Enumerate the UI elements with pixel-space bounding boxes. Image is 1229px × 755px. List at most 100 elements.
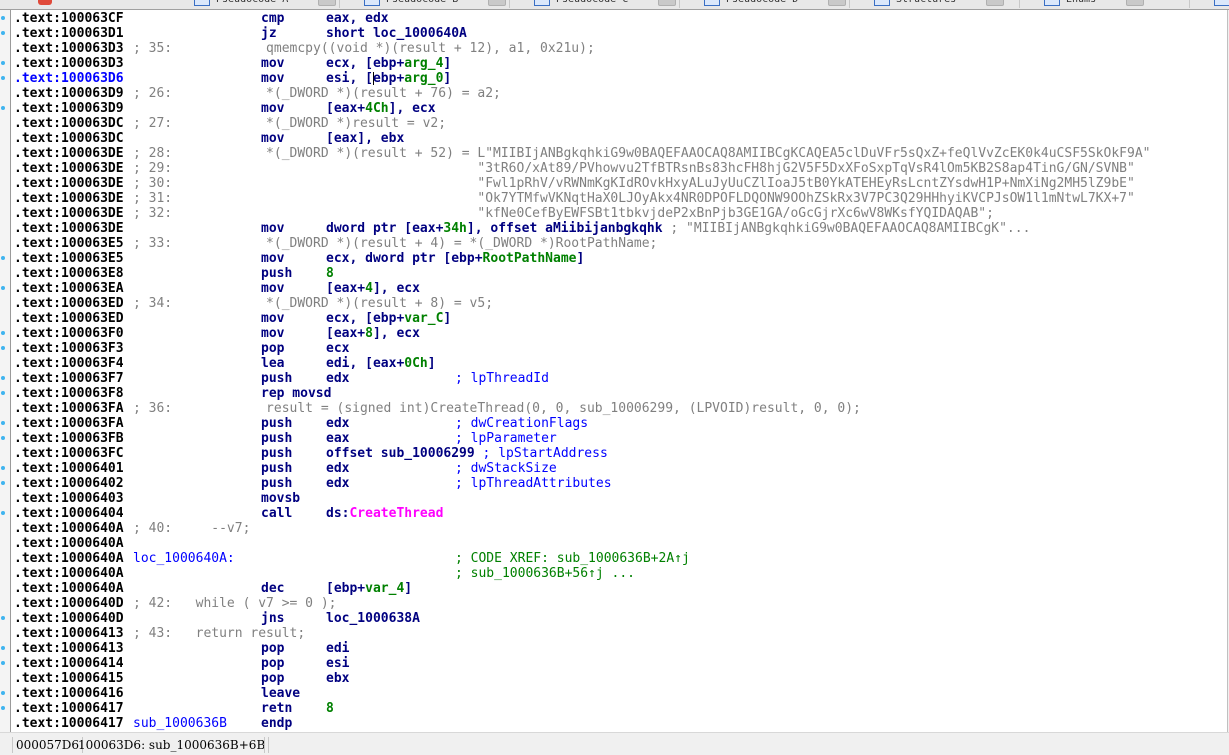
disasm-line[interactable]: .text:100063FB push eax ; lpParameter (11, 431, 1227, 446)
operand-token[interactable]: ecx, [ebp+ (326, 311, 404, 326)
tab-pseudocode-a[interactable]: Pseudocode-A (170, 0, 340, 8)
operand-token[interactable]: [eax], ebx (326, 131, 404, 146)
operand-token[interactable]: ecx, [ebp+ (326, 56, 404, 71)
operand-token[interactable]: esi (326, 656, 349, 671)
disasm-line[interactable]: .text:100063DE ; 32: "kfNe0CefByEWFSBt1tb… (11, 206, 1227, 221)
operand-token[interactable]: var_4 (365, 581, 404, 596)
breakpoint-marker-icon[interactable] (1, 421, 5, 425)
disasm-line[interactable]: .text:10006415 pop ebx (11, 671, 1227, 686)
disasm-line[interactable]: .text:100063DE ; 28: *(_DWORD *)(result +… (11, 146, 1227, 161)
disasm-line[interactable]: .text:100063DC ; 27: *(_DWORD *)result = … (11, 116, 1227, 131)
operand-token[interactable]: ], ecx (389, 101, 436, 116)
operand-token[interactable]: RootPathName (483, 251, 577, 266)
operand-token[interactable]: ; "MIIBIjANBgkqhkiG9w0BAQEFAAOCAQ8AMIIBC… (670, 221, 1030, 236)
disasm-line[interactable]: .text:100063FA push edx ; dwCreationFlags (11, 416, 1227, 431)
breakpoint-marker-icon[interactable] (1, 646, 5, 650)
disasm-line[interactable]: .text:100063D9 mov [eax+4Ch], ecx (11, 101, 1227, 116)
tab-pseudocode-b[interactable]: Pseudocode-B (340, 0, 510, 8)
operand-token[interactable]: arg_4 (404, 56, 443, 71)
breakpoint-marker-icon[interactable] (1, 511, 5, 515)
operand-token[interactable]: edx (326, 476, 349, 491)
breakpoint-marker-icon[interactable] (1, 31, 5, 35)
breakpoint-marker-icon[interactable] (1, 106, 5, 110)
tab-pseudocode-c[interactable]: Pseudocode-C (510, 0, 680, 8)
breakpoint-marker-icon[interactable] (1, 391, 5, 395)
code-label[interactable]: loc_1000640A: (133, 551, 235, 566)
breakpoint-marker-icon[interactable] (1, 286, 5, 290)
disasm-line[interactable]: .text:100063D3 ; 35: qmemcpy((void *)(res… (11, 41, 1227, 56)
breakpoint-marker-icon[interactable] (1, 436, 5, 440)
operand-token[interactable]: edx (326, 461, 349, 476)
tab-enums[interactable]: Enums (1020, 0, 1190, 8)
disasm-line[interactable]: .text:10006416 leave (11, 686, 1227, 701)
disasm-line[interactable]: .text:10006402 push edx ; lpThreadAttribute… (11, 476, 1227, 491)
breakpoint-marker-icon[interactable] (1, 376, 5, 380)
operand-token[interactable]: 0Ch (404, 356, 427, 371)
operand-token[interactable]: ] (443, 311, 451, 326)
disasm-line[interactable]: .text:1000640D ; 42: while ( v7 >= 0 ); (11, 596, 1227, 611)
operand-token[interactable]: ], offset aMiibijanbgkqhk (467, 221, 671, 236)
operand-token[interactable]: esi, [ (326, 71, 373, 86)
breakpoint-marker-icon[interactable] (1, 661, 5, 665)
operand-token[interactable]: arg_0 (404, 71, 443, 86)
close-tab-icon[interactable] (38, 0, 52, 5)
disassembly-view[interactable]: .text:100063CF cmp eax, edx .text:100063D1 j… (11, 10, 1228, 732)
disasm-line[interactable]: .text:100063E8 push 8 (11, 266, 1227, 281)
operand-token[interactable]: ds: (326, 506, 349, 521)
operand-token[interactable]: [eax+ (326, 101, 365, 116)
disasm-line[interactable]: .text:10006413 ; 43: return result; (11, 626, 1227, 641)
breakpoint-marker-icon[interactable] (1, 331, 5, 335)
disasm-line[interactable]: .text:1000640D jns loc_1000638A (11, 611, 1227, 626)
disasm-line[interactable]: .text:10006403 movsb (11, 491, 1227, 506)
operand-token[interactable]: ecx, dword ptr [ebp+ (326, 251, 483, 266)
operand-token[interactable]: ecx (326, 341, 349, 356)
operand-token[interactable]: ] (428, 356, 436, 371)
disasm-line[interactable]: .text:100063E5 mov ecx, dword ptr [ebp+Roo… (11, 251, 1227, 266)
breakpoint-marker-icon[interactable] (1, 61, 5, 65)
operand-token[interactable]: offset sub_10006299 (326, 446, 483, 461)
operand-token[interactable]: ] (443, 56, 451, 71)
disasm-line[interactable]: .text:100063ED mov ecx, [ebp+var_C] (11, 311, 1227, 326)
disasm-line[interactable]: .text:10006417 retn 8 (11, 701, 1227, 716)
breakpoint-marker-icon[interactable] (1, 706, 5, 710)
operand-token[interactable]: ebx (326, 671, 349, 686)
disasm-line[interactable]: .text:10006417 sub_1000636B endp (11, 716, 1227, 731)
disasm-line[interactable]: .text:10006401 push edx ; dwStackSize (11, 461, 1227, 476)
tab-close-icon[interactable] (488, 0, 507, 6)
disasm-line[interactable]: .text:100063CF cmp eax, edx (11, 11, 1227, 26)
operand-token[interactable]: dword ptr [eax+ (326, 221, 443, 236)
operand-token[interactable]: eax, edx (326, 11, 389, 26)
breakpoint-marker-icon[interactable] (1, 691, 5, 695)
breakpoint-marker-icon[interactable] (1, 346, 5, 350)
breakpoint-marker-icon[interactable] (1, 466, 5, 470)
operand-token[interactable]: 4 (365, 281, 373, 296)
disasm-line[interactable]: .text:100063FA ; 36: result = (signed int… (11, 401, 1227, 416)
disasm-line[interactable]: .text:100063EA mov [eax+4], ecx (11, 281, 1227, 296)
operand-token[interactable]: edi, [eax+ (326, 356, 404, 371)
operand-token[interactable]: ] (576, 251, 584, 266)
disasm-line[interactable]: .text:100063F7 push edx ; lpThreadId (11, 371, 1227, 386)
tab-close-icon[interactable] (1126, 0, 1145, 6)
disasm-line[interactable]: .text:100063DE ; 29: "3tR6O/xAt89/PVhowvu… (11, 161, 1227, 176)
operand-token[interactable]: ebp+ (373, 71, 404, 86)
operand-token[interactable]: eax (326, 431, 349, 446)
operand-token[interactable]: edi (326, 641, 349, 656)
operand-token[interactable]: edx (326, 416, 349, 431)
disasm-line[interactable]: .text:100063DC mov [eax], ebx (11, 131, 1227, 146)
disasm-line[interactable]: .text:100063E5 ; 33: *(_DWORD *)(result +… (11, 236, 1227, 251)
disasm-line[interactable]: .text:100063D6 mov esi, [ebp+arg_0] (11, 71, 1227, 86)
disasm-line[interactable]: .text:10006414 pop esi (11, 656, 1227, 671)
breakpoint-marker-icon[interactable] (1, 256, 5, 260)
disasm-line[interactable]: .text:100063FC push offset sub_10006299 ; … (11, 446, 1227, 461)
operand-token[interactable]: ], ecx (373, 281, 420, 296)
xref-comment[interactable]: ; CODE XREF: sub_1000636B+2A↑j (455, 551, 690, 566)
disasm-line[interactable]: .text:1000640A ; 40: --v7; (11, 521, 1227, 536)
tab-imports[interactable]: Imports (1190, 0, 1229, 8)
disasm-line[interactable]: .text:100063DE ; 30: "Fwl1pRhV/vRWNmKgKId… (11, 176, 1227, 191)
disasm-line[interactable]: .text:100063D1 jz short loc_1000640A (11, 26, 1227, 41)
operand-token[interactable]: edx (326, 371, 349, 386)
operand-token[interactable]: ] (404, 581, 412, 596)
operand-token[interactable]: ; lpStartAddress (483, 446, 608, 461)
xref-comment[interactable]: ; sub_1000636B+56↑j ... (455, 566, 635, 581)
breakpoint-marker-icon[interactable] (1, 481, 5, 485)
